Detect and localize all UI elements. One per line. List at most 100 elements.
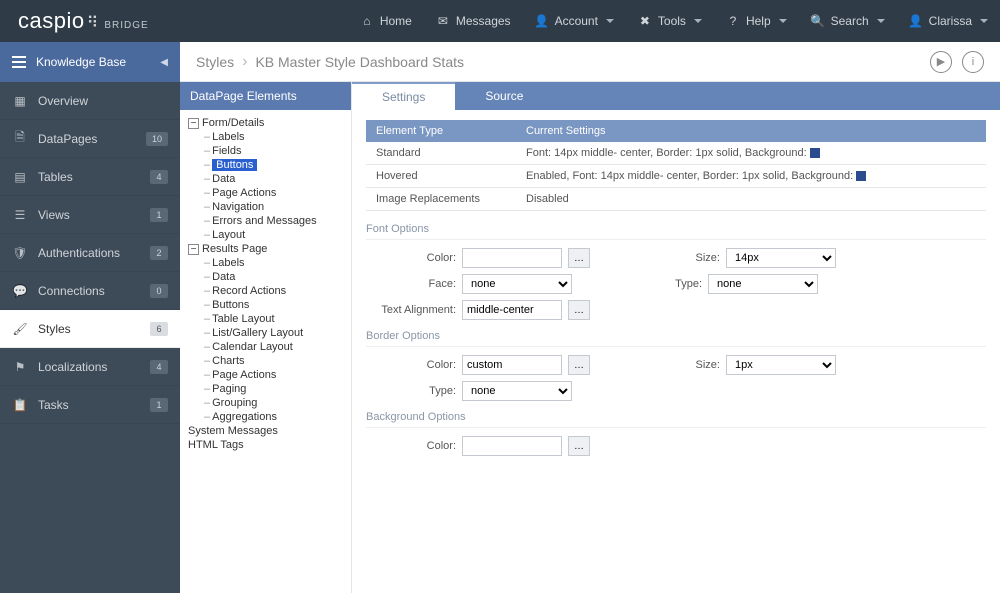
nav-tools[interactable]: ✖Tools [626, 0, 714, 42]
border-color-picker-button[interactable]: … [568, 355, 590, 375]
search-icon: 🔍 [811, 14, 825, 28]
border-size-label: Size: [630, 359, 720, 371]
element-table: Element Type Current Settings StandardFo… [366, 120, 986, 211]
person-icon: 👤 [909, 14, 923, 28]
caret-down-icon [694, 19, 702, 23]
nav-home[interactable]: ⌂Home [348, 0, 424, 42]
sidebar-header[interactable]: Knowledge Base ◀ [0, 42, 180, 82]
nav-help[interactable]: ?Help [714, 0, 799, 42]
text-align-input[interactable] [462, 300, 562, 320]
nav-search[interactable]: 🔍Search [799, 0, 897, 42]
play-button[interactable]: ▶ [930, 51, 952, 73]
sidebar: Knowledge Base ◀ ▦Overview🗎DataPages10▤T… [0, 42, 180, 593]
hamburger-icon[interactable] [12, 56, 26, 68]
help-icon: ? [726, 14, 740, 28]
tree-item[interactable]: –Page Actions [184, 186, 347, 200]
border-color-label: Color: [366, 359, 456, 371]
logo: caspio⠻ BRIDGE [0, 8, 167, 34]
tab-source[interactable]: Source [455, 82, 553, 110]
tree-header: DataPage Elements [180, 82, 351, 110]
breadcrumb-root[interactable]: Styles [196, 54, 234, 70]
border-size-select[interactable]: 1px [726, 355, 836, 375]
tree-item[interactable]: –Data [184, 270, 347, 284]
caret-down-icon [980, 19, 988, 23]
clip-icon: 📋 [12, 397, 28, 413]
border-section-title: Border Options [366, 330, 986, 347]
logo-sub: BRIDGE [104, 20, 148, 31]
sidebar-item-tables[interactable]: ▤Tables4 [0, 158, 180, 196]
sidebar-item-styles[interactable]: 🖌Styles6 [0, 310, 180, 348]
table-row[interactable]: Image ReplacementsDisabled [366, 188, 986, 211]
sidebar-item-authentications[interactable]: 🛡Authentications2 [0, 234, 180, 272]
tree-toggle-icon[interactable]: − [188, 244, 199, 255]
tree-item[interactable]: –Charts [184, 354, 347, 368]
font-face-select[interactable]: none [462, 274, 572, 294]
font-type-select[interactable]: none [708, 274, 818, 294]
layers-icon: ☰ [12, 207, 28, 223]
sidebar-item-localizations[interactable]: ⚑Localizations4 [0, 348, 180, 386]
font-color-input[interactable] [462, 248, 562, 268]
badge: 4 [150, 170, 168, 184]
bg-color-input[interactable] [462, 436, 562, 456]
nav-clarissa[interactable]: 👤Clarissa [897, 0, 1000, 42]
font-type-label: Type: [612, 278, 702, 290]
tree-item[interactable]: –Record Actions [184, 284, 347, 298]
tree-group[interactable]: −Form/Details [184, 116, 347, 130]
tree-item[interactable]: –Errors and Messages [184, 214, 347, 228]
sidebar-item-overview[interactable]: ▦Overview [0, 82, 180, 120]
nav-messages[interactable]: ✉Messages [424, 0, 523, 42]
collapse-icon[interactable]: ◀ [160, 57, 168, 68]
sidebar-item-datapages[interactable]: 🗎DataPages10 [0, 120, 180, 158]
tree-item[interactable]: –Data [184, 172, 347, 186]
tree-item[interactable]: –Fields [184, 144, 347, 158]
th-element-type: Element Type [366, 120, 516, 142]
tree-item[interactable]: –Paging [184, 382, 347, 396]
tree-item[interactable]: –Layout [184, 228, 347, 242]
tab-settings[interactable]: Settings [352, 82, 455, 110]
sidebar-item-connections[interactable]: 💬Connections0 [0, 272, 180, 310]
badge: 6 [150, 322, 168, 336]
table-row[interactable]: HoveredEnabled, Font: 14px middle- cente… [366, 165, 986, 188]
font-size-select[interactable]: 14px [726, 248, 836, 268]
tree-group[interactable]: −Results Page [184, 242, 347, 256]
tree-item[interactable]: –Calendar Layout [184, 340, 347, 354]
logo-main: caspio [18, 8, 85, 34]
font-section-title: Font Options [366, 223, 986, 240]
tree-panel: DataPage Elements −Form/Details–Labels–F… [180, 82, 352, 593]
page-icon: 🗎 [12, 131, 28, 147]
logo-dots-icon: ⠻ [87, 13, 99, 33]
caret-down-icon [606, 19, 614, 23]
border-type-select[interactable]: none [462, 381, 572, 401]
background-section-title: Background Options [366, 411, 986, 428]
nav-account[interactable]: 👤Account [523, 0, 626, 42]
text-align-picker-button[interactable]: … [568, 300, 590, 320]
badge: 2 [150, 246, 168, 260]
tree-item[interactable]: –Page Actions [184, 368, 347, 382]
tree-item[interactable]: –Navigation [184, 200, 347, 214]
tree-group[interactable]: HTML Tags [184, 438, 347, 452]
tree-item[interactable]: –Grouping [184, 396, 347, 410]
user-add-icon: 👤 [535, 14, 549, 28]
info-button[interactable]: i [962, 51, 984, 73]
tree-body: −Form/Details–Labels–Fields–Buttons–Data… [180, 110, 351, 593]
tree-item[interactable]: –Aggregations [184, 410, 347, 424]
breadcrumb-actions: ▶ i [930, 51, 984, 73]
tree-item[interactable]: –Labels [184, 256, 347, 270]
table-row[interactable]: StandardFont: 14px middle- center, Borde… [366, 142, 986, 165]
top-bar: caspio⠻ BRIDGE ⌂Home✉Messages👤Account✖To… [0, 0, 1000, 42]
tree-item[interactable]: –Labels [184, 130, 347, 144]
tree-group[interactable]: System Messages [184, 424, 347, 438]
tree-item[interactable]: –Buttons [184, 158, 347, 172]
table-icon: ▤ [12, 169, 28, 185]
tree-item[interactable]: –Buttons [184, 298, 347, 312]
tree-item[interactable]: –List/Gallery Layout [184, 326, 347, 340]
sidebar-item-tasks[interactable]: 📋Tasks1 [0, 386, 180, 424]
font-color-picker-button[interactable]: … [568, 248, 590, 268]
tree-item[interactable]: –Table Layout [184, 312, 347, 326]
border-color-input[interactable] [462, 355, 562, 375]
sidebar-item-views[interactable]: ☰Views1 [0, 196, 180, 234]
home-icon: ⌂ [360, 14, 374, 28]
tree-toggle-icon[interactable]: − [188, 118, 199, 129]
color-swatch [856, 171, 866, 181]
bg-color-picker-button[interactable]: … [568, 436, 590, 456]
